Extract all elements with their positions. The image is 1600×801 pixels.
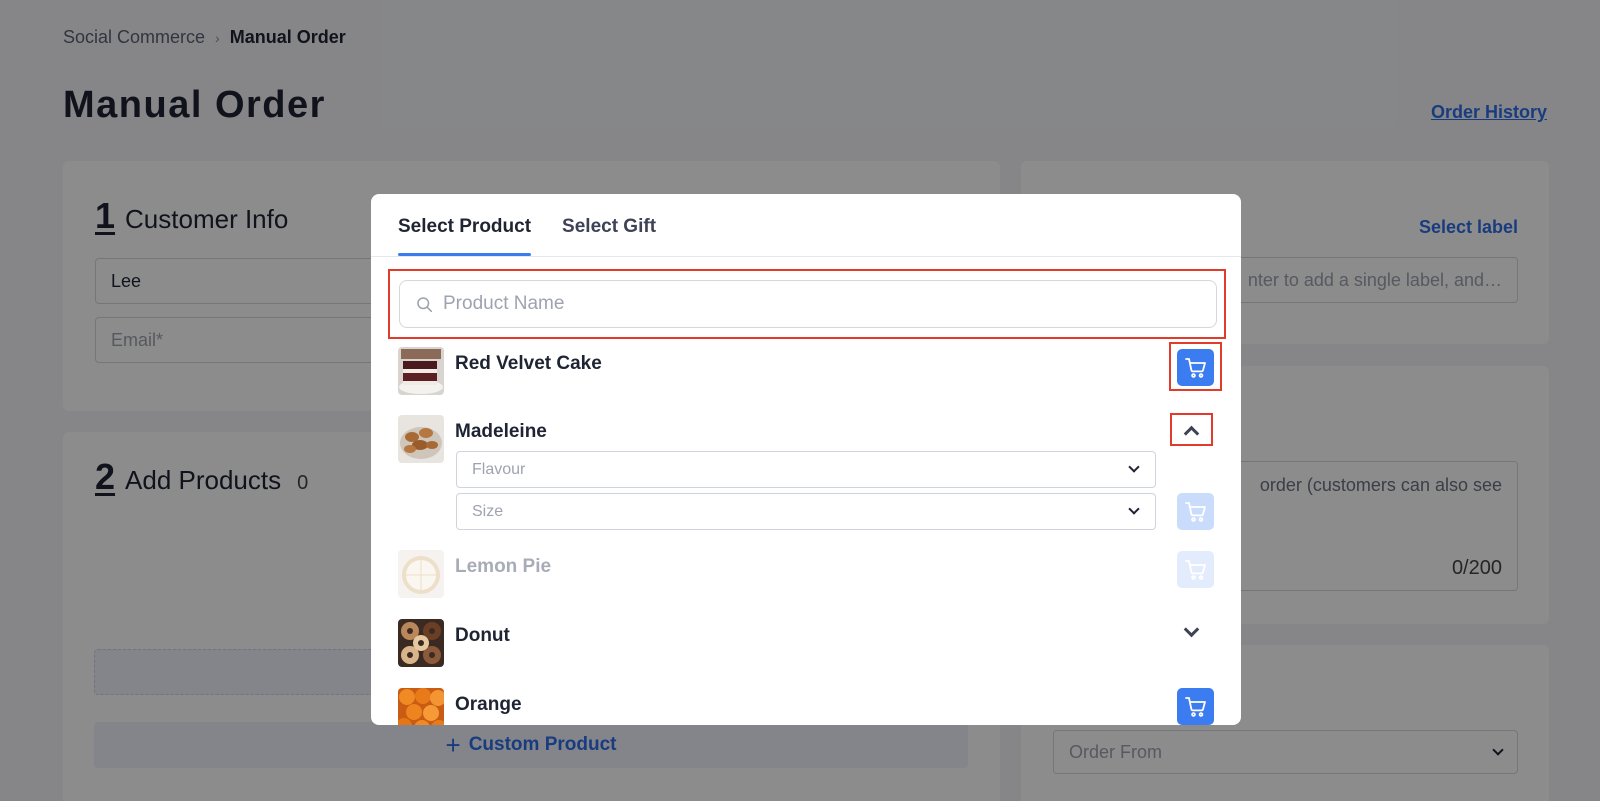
cart-icon bbox=[1184, 357, 1206, 378]
product-name: Madeleine bbox=[455, 421, 547, 442]
select-product-modal: Select Product Select Gift Red Velve bbox=[371, 194, 1241, 725]
product-search-input[interactable] bbox=[443, 293, 1203, 315]
product-thumbnail bbox=[398, 688, 444, 725]
product-name: Lemon Pie bbox=[455, 556, 552, 577]
product-item-lemon-pie: Lemon Pie bbox=[398, 550, 1218, 600]
flavour-select[interactable]: Flavour bbox=[456, 451, 1156, 488]
product-name: Donut bbox=[455, 625, 510, 646]
product-item-donut: Donut bbox=[398, 619, 1218, 669]
chevron-down-icon bbox=[1128, 461, 1140, 473]
tab-divider bbox=[371, 256, 1241, 257]
cart-icon bbox=[1184, 501, 1206, 522]
cart-icon bbox=[1184, 559, 1206, 580]
cart-icon bbox=[1184, 696, 1206, 717]
product-item-orange: Orange bbox=[398, 688, 1218, 725]
add-to-cart-button-disabled[interactable] bbox=[1177, 551, 1214, 588]
product-thumbnail bbox=[398, 347, 444, 395]
tab-select-gift[interactable]: Select Gift bbox=[562, 194, 656, 256]
size-select-placeholder: Size bbox=[472, 502, 504, 520]
search-highlight bbox=[388, 269, 1226, 339]
flavour-select-placeholder: Flavour bbox=[472, 460, 526, 478]
chevron-down-icon bbox=[1128, 503, 1140, 515]
expand-variants-button[interactable] bbox=[1177, 618, 1205, 646]
chevron-up-icon bbox=[1183, 425, 1199, 441]
product-name: Orange bbox=[455, 694, 522, 715]
product-item-red-velvet-cake: Red Velvet Cake bbox=[398, 347, 1218, 397]
collapse-variants-button[interactable] bbox=[1177, 416, 1205, 444]
size-select[interactable]: Size bbox=[456, 493, 1156, 530]
add-to-cart-button[interactable] bbox=[1177, 349, 1214, 386]
product-thumbnail bbox=[398, 550, 444, 598]
product-name: Red Velvet Cake bbox=[455, 353, 602, 374]
product-thumbnail bbox=[398, 415, 444, 463]
tab-select-product[interactable]: Select Product bbox=[398, 194, 532, 256]
modal-tabs: Select Product Select Gift bbox=[398, 194, 1241, 256]
search-icon bbox=[417, 296, 433, 312]
product-thumbnail bbox=[398, 619, 444, 667]
add-to-cart-button-disabled[interactable] bbox=[1177, 493, 1214, 530]
add-to-cart-button[interactable] bbox=[1177, 688, 1214, 725]
product-search-box[interactable] bbox=[399, 280, 1217, 328]
chevron-down-icon bbox=[1183, 621, 1199, 637]
